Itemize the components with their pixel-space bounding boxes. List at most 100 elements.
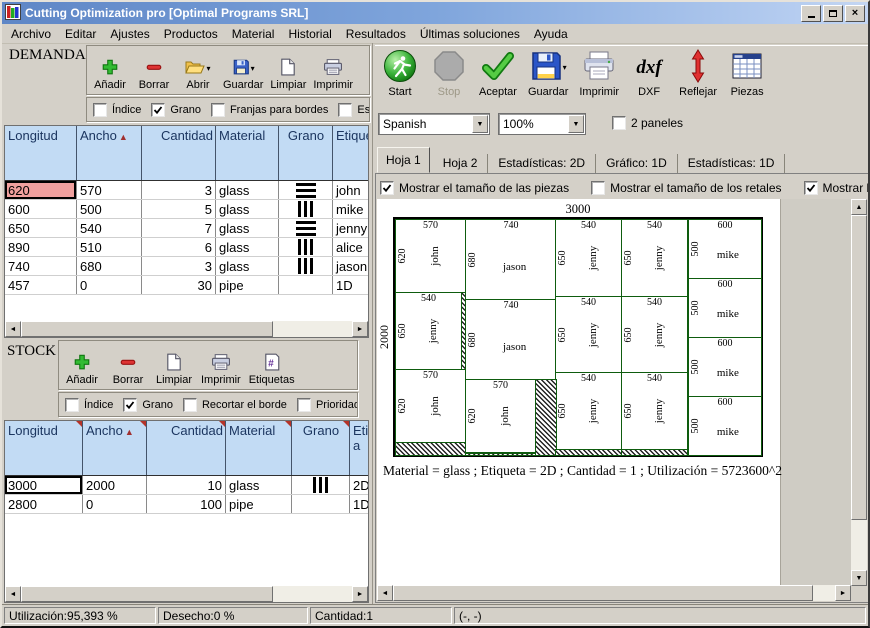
unchecked-box-icon[interactable] xyxy=(211,103,225,117)
unchecked-box-icon[interactable] xyxy=(612,116,626,130)
guardar-button[interactable]: ▾Guardar xyxy=(221,56,265,92)
cell[interactable] xyxy=(292,495,350,514)
col-header-ancho[interactable]: Ancho▲ xyxy=(77,126,142,181)
dropdown-arrow-icon[interactable]: ▾ xyxy=(206,64,210,73)
unchecked-box-icon[interactable] xyxy=(93,103,107,117)
cell[interactable] xyxy=(279,257,333,276)
menu-archivo[interactable]: Archivo xyxy=(4,25,58,43)
scroll-left-icon[interactable]: ◄ xyxy=(377,585,393,601)
chevron-down-icon[interactable]: ▼ xyxy=(568,115,584,133)
col-header-material[interactable]: Material xyxy=(226,421,292,476)
imprimir-button[interactable]: Imprimir xyxy=(311,56,355,92)
scroll-down-icon[interactable]: ▼ xyxy=(851,570,867,586)
aceptar-button[interactable]: Aceptar xyxy=(477,48,519,99)
checkbox-es[interactable]: Es xyxy=(338,103,370,117)
cell[interactable]: 2000 xyxy=(83,476,147,495)
reflejar-button[interactable]: Reflejar xyxy=(677,48,719,99)
menu-material[interactable]: Material xyxy=(225,25,282,43)
cell[interactable]: john xyxy=(333,181,370,200)
dropdown-arrow-icon[interactable]: ▾ xyxy=(563,63,567,72)
cell[interactable]: mike xyxy=(333,200,370,219)
checked-box-icon[interactable] xyxy=(151,103,165,117)
limpiar-button[interactable]: Limpiar xyxy=(153,351,195,387)
table-hscrollbar[interactable]: ◄► xyxy=(5,586,368,602)
cell[interactable]: 6 xyxy=(142,238,216,257)
piezas-button[interactable]: Piezas xyxy=(726,48,768,99)
unchecked-box-icon[interactable] xyxy=(591,181,605,195)
scroll-thumb[interactable] xyxy=(393,585,813,601)
unchecked-box-icon[interactable] xyxy=(65,398,79,412)
cell[interactable]: 10 xyxy=(147,476,226,495)
checkbox-indice[interactable]: Índice xyxy=(93,103,141,117)
borrar-button[interactable]: Borrar xyxy=(107,351,149,387)
maximize-button[interactable] xyxy=(823,5,843,22)
cell[interactable]: 2800 xyxy=(5,495,83,514)
scroll-right-icon[interactable]: ► xyxy=(835,585,851,601)
scroll-left-icon[interactable]: ◄ xyxy=(5,321,21,337)
imprimir-button[interactable]: Imprimir xyxy=(199,351,243,387)
cell[interactable]: 3 xyxy=(142,181,216,200)
col-header-cantidad[interactable]: Cantidad xyxy=(142,126,216,181)
tab-hoja-1[interactable]: Hoja 1 xyxy=(377,147,430,173)
col-header-longitud[interactable]: Longitud xyxy=(5,126,77,181)
scroll-thumb[interactable] xyxy=(851,215,867,520)
cell[interactable]: 0 xyxy=(83,495,147,514)
cell[interactable]: jenny xyxy=(333,219,370,238)
checkbox-grano[interactable]: Grano xyxy=(123,398,173,412)
cell[interactable] xyxy=(279,181,333,200)
scroll-thumb[interactable] xyxy=(21,586,273,602)
cell[interactable]: 5 xyxy=(142,200,216,219)
col-header-etiqueta[interactable]: Etiqueta xyxy=(333,126,370,181)
guardar-button[interactable]: ▾Guardar xyxy=(526,48,570,99)
scroll-up-icon[interactable]: ▲ xyxy=(851,199,867,215)
cell[interactable]: jason xyxy=(333,257,370,276)
anadir-button[interactable]: Añadir xyxy=(89,56,131,92)
col-header-ancho[interactable]: Ancho▲ xyxy=(83,421,147,476)
imprimir-button[interactable]: Imprimir xyxy=(577,48,621,99)
cell[interactable]: pipe xyxy=(226,495,292,514)
scroll-right-icon[interactable]: ► xyxy=(352,586,368,602)
cell[interactable]: glass xyxy=(216,200,279,219)
checkbox-mostrar-la-etiqueta-de-l[interactable]: Mostrar la etiqueta de l xyxy=(804,181,868,195)
cell[interactable]: 100 xyxy=(147,495,226,514)
cell[interactable] xyxy=(279,276,333,295)
menu-productos[interactable]: Productos xyxy=(157,25,225,43)
checkbox-recortar-el-borde[interactable]: Recortar el borde xyxy=(183,398,287,412)
menu-ajustes[interactable]: Ajustes xyxy=(103,25,156,43)
cell[interactable] xyxy=(279,200,333,219)
checkbox-grano[interactable]: Grano xyxy=(151,103,201,117)
borrar-button[interactable]: Borrar xyxy=(133,56,175,92)
cell[interactable]: 457 xyxy=(5,276,77,295)
col-header-grano[interactable]: Grano xyxy=(292,421,350,476)
checkbox-mostrar-el-tamano-de-las-piezas[interactable]: Mostrar el tamaño de las piezas xyxy=(380,181,569,195)
cell[interactable] xyxy=(279,219,333,238)
cell[interactable] xyxy=(292,476,350,495)
col-header-etiqueta[interactable]: Etiqueta xyxy=(350,421,370,476)
cell[interactable]: 650 xyxy=(5,219,77,238)
checkbox-prioridad[interactable]: Prioridad xyxy=(297,398,358,412)
cell[interactable]: 3 xyxy=(142,257,216,276)
col-header-grano[interactable]: Grano xyxy=(279,126,333,181)
cell[interactable]: 890 xyxy=(5,238,77,257)
col-header-material[interactable]: Material xyxy=(216,126,279,181)
language-select[interactable]: Spanish ▼ xyxy=(378,113,490,135)
scroll-thumb[interactable] xyxy=(21,321,273,337)
cell[interactable]: 3000 xyxy=(5,476,83,495)
checked-box-icon[interactable] xyxy=(123,398,137,412)
cell[interactable]: 1D xyxy=(350,495,370,514)
unchecked-box-icon[interactable] xyxy=(297,398,311,412)
tab-estadisticas-2d[interactable]: Estadísticas: 2D xyxy=(488,154,596,173)
cell[interactable] xyxy=(279,238,333,257)
cell[interactable]: glass xyxy=(216,257,279,276)
cell[interactable]: 30 xyxy=(142,276,216,295)
diagram-hscrollbar[interactable]: ◄► xyxy=(377,585,851,601)
menu-historial[interactable]: Historial xyxy=(281,25,338,43)
checkbox-mostrar-el-tamano-de-los-retales[interactable]: Mostrar el tamaño de los retales xyxy=(591,181,781,195)
cell[interactable]: glass xyxy=(226,476,292,495)
cell[interactable]: 510 xyxy=(77,238,142,257)
cell[interactable]: alice xyxy=(333,238,370,257)
etiquetas-button[interactable]: #Etiquetas xyxy=(247,351,297,387)
close-button[interactable]: × xyxy=(845,5,865,22)
checked-box-icon[interactable] xyxy=(804,181,818,195)
menu-ultimas-soluciones[interactable]: Últimas soluciones xyxy=(413,25,527,43)
